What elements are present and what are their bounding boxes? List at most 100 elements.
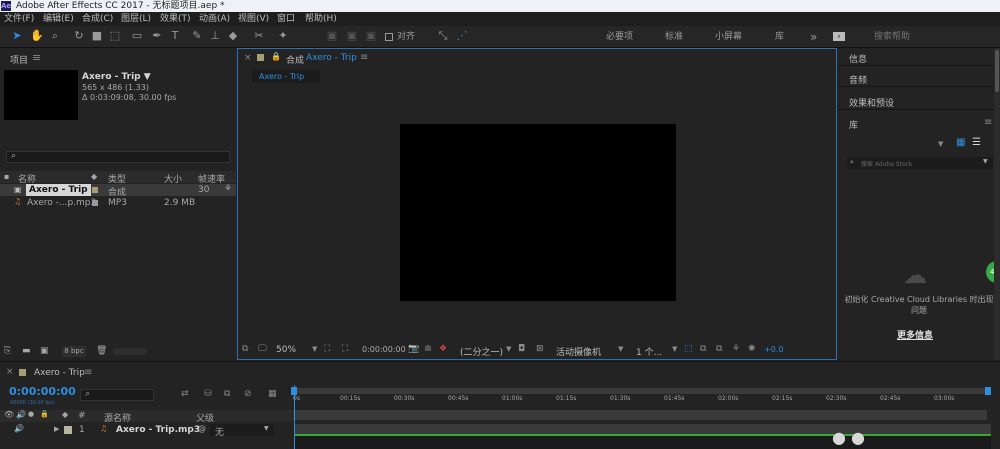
tab-composition[interactable]: Axero - Trip xyxy=(252,70,320,83)
menu-composition[interactable]: 合成(C) xyxy=(82,12,113,26)
selection-tool-icon[interactable]: ➤ xyxy=(10,29,24,43)
parent-select[interactable]: 无 ▼ xyxy=(210,424,274,438)
interpret-footage-icon[interactable]: ⎘ xyxy=(4,346,11,356)
timeline-toggle-icon[interactable]: ⧉ xyxy=(700,344,706,354)
composition-mini-flowchart-icon[interactable]: ⇄ xyxy=(181,389,189,399)
close-panel-icon[interactable]: × xyxy=(6,367,14,377)
eraser-tool-icon[interactable]: ◆ xyxy=(226,29,240,43)
draft-3d-icon[interactable]: ⛁ xyxy=(204,389,212,399)
chevron-down-icon[interactable]: ▼ xyxy=(618,345,623,353)
camera-select[interactable]: 活动摄像机 xyxy=(556,345,601,358)
snapshot-camera-icon[interactable]: 📷 xyxy=(408,344,419,354)
bit-depth-button[interactable]: 8 bpc xyxy=(62,346,86,357)
lock-column-icon[interactable]: 🔒 xyxy=(40,410,49,418)
search-help-icon[interactable]: ⌕ xyxy=(833,32,845,41)
menu-file[interactable]: 文件(F) xyxy=(4,12,34,26)
layer-name[interactable]: Axero - Trip.mp3 xyxy=(116,425,200,435)
exposure-reset-icon[interactable]: ✺ xyxy=(748,344,756,354)
type-tool-icon[interactable]: T xyxy=(168,29,182,43)
snap-checkbox[interactable] xyxy=(385,33,393,41)
audio-toggle-icon[interactable]: 🔊 xyxy=(14,424,24,433)
timeline-search-input[interactable]: ⌕ xyxy=(80,389,154,401)
timeline-menu-icon[interactable]: ≡ xyxy=(84,367,92,378)
chevron-down-icon[interactable]: ▼ xyxy=(264,425,269,432)
project-panel-menu-icon[interactable]: ≡ xyxy=(32,51,41,64)
camera-tool-icon[interactable]: ■ xyxy=(90,29,104,43)
axis-view-icon[interactable]: ▣ xyxy=(364,29,378,43)
flowchart-icon[interactable]: ⚘ xyxy=(732,344,740,354)
workspace-standard[interactable]: 标准 xyxy=(665,26,683,48)
brush-tool-icon[interactable]: ✎ xyxy=(190,29,204,43)
flowchart-icon[interactable]: ⚘ xyxy=(224,184,232,194)
pan-behind-tool-icon[interactable]: ⬚ xyxy=(108,29,122,43)
workspace-essentials[interactable]: 必要项 xyxy=(606,26,633,48)
zoom-select[interactable]: 50% xyxy=(276,345,296,355)
workspace-libraries[interactable]: 库 xyxy=(775,26,784,48)
close-panel-icon[interactable]: × xyxy=(244,53,252,63)
region-of-interest-icon[interactable]: ◘ xyxy=(518,344,525,354)
viewer-timecode[interactable]: 0:00:00:00 xyxy=(362,345,406,354)
scrollbar-thumb[interactable] xyxy=(995,50,999,92)
axis-world-icon[interactable]: ▣ xyxy=(345,29,359,43)
menu-effect[interactable]: 效果(T) xyxy=(160,12,191,26)
expand-layer-icon[interactable]: ▶ xyxy=(54,425,59,433)
shy-layers-icon[interactable]: ⧉ xyxy=(224,389,230,399)
show-snapshot-icon[interactable]: ☗ xyxy=(424,344,432,354)
rotate-tool-icon[interactable]: ↻ xyxy=(72,29,86,43)
menu-layer[interactable]: 图层(L) xyxy=(121,12,151,26)
layer-row[interactable]: 🔊 ▶ 1 ♫ Axero - Trip.mp3 @ 无 ▼ xyxy=(0,423,292,438)
comp-flowchart-icon[interactable]: ⧉ xyxy=(716,344,722,354)
fast-previews-icon[interactable]: ⬚ xyxy=(684,344,693,354)
audio-panel-header[interactable]: 音频 xyxy=(838,69,1000,87)
grid-view-icon[interactable]: ▦ xyxy=(956,137,965,148)
axis-local-icon[interactable]: ▣ xyxy=(325,29,339,43)
list-view-icon[interactable]: ☰ xyxy=(972,137,981,148)
label-color-swatch[interactable] xyxy=(92,187,98,193)
transparency-grid-icon[interactable]: ⊠ xyxy=(536,344,544,354)
comp-viewer-frame[interactable] xyxy=(400,124,676,301)
frame-blending-icon[interactable]: ⊘ xyxy=(244,389,252,399)
chevron-down-icon[interactable]: ▼ xyxy=(506,345,511,353)
timeline-tab[interactable]: Axero - Trip xyxy=(34,368,85,378)
safe-zones-icon[interactable]: ⛶ xyxy=(324,344,330,354)
snap-options-icon[interactable]: ⤡ xyxy=(436,29,450,43)
chevron-down-icon[interactable]: ▼ xyxy=(672,345,677,353)
mask-tool-icon[interactable]: ▭ xyxy=(130,29,144,43)
search-help-input[interactable] xyxy=(850,30,996,44)
menu-edit[interactable]: 编辑(E) xyxy=(43,12,74,26)
solo-column-icon[interactable]: ● xyxy=(28,410,34,418)
menu-window[interactable]: 窗口 xyxy=(277,12,295,26)
work-area-bar[interactable] xyxy=(293,388,987,394)
playhead[interactable] xyxy=(294,385,295,449)
mask-visibility-icon[interactable]: ⛶ xyxy=(342,344,348,354)
right-panel-scrollbar[interactable] xyxy=(994,48,1000,360)
effects-presets-panel-header[interactable]: 效果和预设 xyxy=(838,92,1000,110)
delete-icon[interactable]: 🗑 xyxy=(96,346,107,356)
tag-column-icon[interactable]: ◆ xyxy=(91,172,97,181)
effects-presets-panel-title[interactable]: 效果和预设 xyxy=(849,96,894,109)
layer-number-header[interactable]: # xyxy=(78,411,86,421)
layer-label-swatch[interactable] xyxy=(64,426,72,434)
new-composition-icon[interactable]: ▣ xyxy=(40,346,49,356)
libraries-panel-menu-icon[interactable]: ≡ xyxy=(984,117,992,128)
project-item-name[interactable]: Axero -...p.mp3 xyxy=(27,198,96,208)
project-panel-title[interactable]: 项目 xyxy=(10,53,28,66)
audio-panel-title[interactable]: 音频 xyxy=(849,73,867,86)
chevron-down-icon[interactable]: ▼ xyxy=(983,158,988,165)
new-folder-icon[interactable]: ▬ xyxy=(22,346,31,356)
chevron-down-icon[interactable]: ▼ xyxy=(312,345,317,353)
display-icon[interactable]: 🖵 xyxy=(258,344,267,354)
label-column-icon[interactable]: ▪ xyxy=(4,172,9,181)
clone-stamp-tool-icon[interactable]: ⊥ xyxy=(208,29,222,43)
views-select[interactable]: 1 个... xyxy=(636,345,662,358)
project-search-input[interactable]: ⌕ xyxy=(6,151,230,163)
av-features-icon[interactable]: 👁 xyxy=(4,410,14,419)
more-info-link[interactable]: 更多信息 xyxy=(897,328,933,341)
label-column-icon[interactable]: ◆ xyxy=(62,410,68,419)
more-workspaces-button[interactable]: » xyxy=(810,26,817,48)
chevron-down-icon[interactable]: ▼ xyxy=(938,140,943,148)
lock-icon[interactable]: 🔒 xyxy=(271,52,281,61)
project-item-name[interactable]: Axero - Trip xyxy=(26,184,91,196)
always-preview-icon[interactable]: ⧉ xyxy=(242,344,248,354)
info-panel-title[interactable]: 信息 xyxy=(849,52,867,65)
